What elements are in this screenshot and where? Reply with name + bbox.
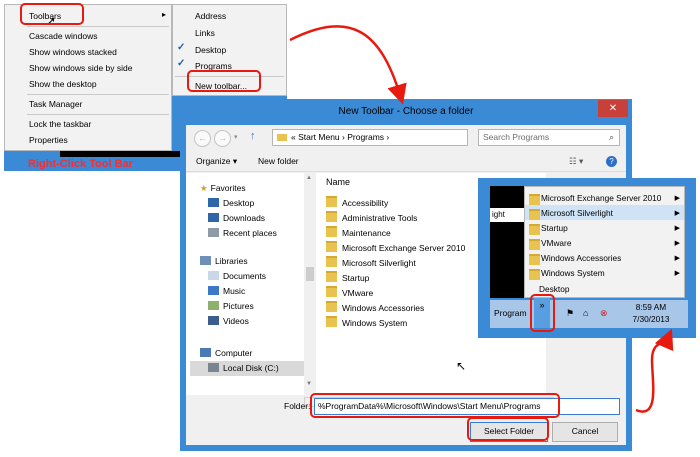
arrow-to-taskbar — [635, 328, 674, 413]
arrow-to-dialog — [289, 25, 407, 105]
flow-arrows — [289, 25, 674, 413]
